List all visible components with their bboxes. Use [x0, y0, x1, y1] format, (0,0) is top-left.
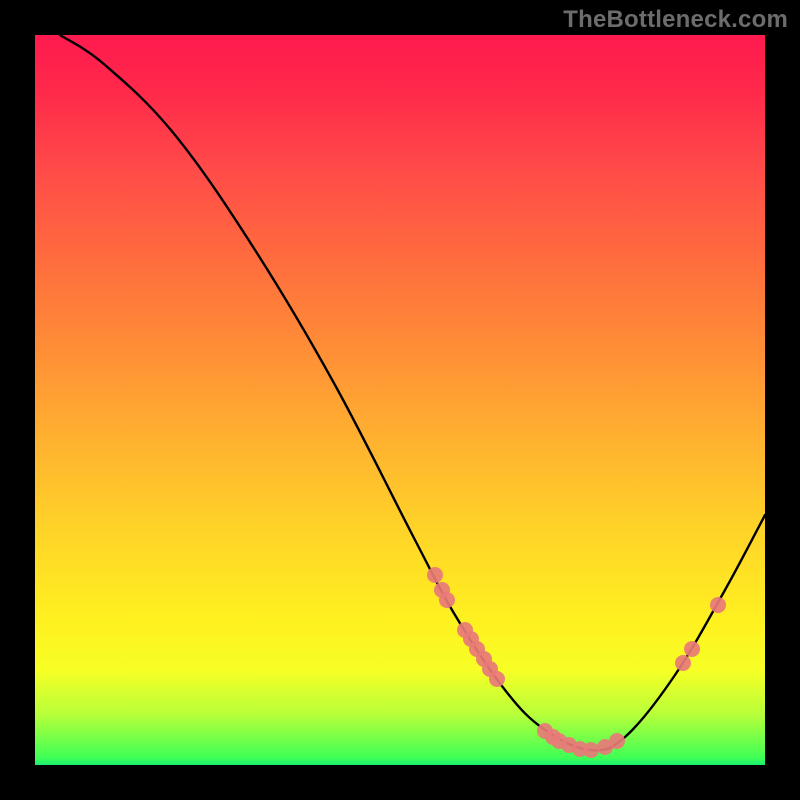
chart-svg: [35, 35, 765, 765]
data-point: [675, 655, 691, 671]
data-point: [427, 567, 443, 583]
data-point: [609, 733, 625, 749]
data-point: [684, 641, 700, 657]
curve-group: [60, 35, 765, 750]
bottleneck-curve: [60, 35, 765, 750]
chart-frame: TheBottleneck.com: [0, 0, 800, 800]
watermark-text: TheBottleneck.com: [563, 6, 788, 34]
data-point: [583, 742, 599, 758]
data-point: [710, 597, 726, 613]
plot-area: [35, 35, 765, 765]
points-group: [427, 567, 726, 758]
data-point: [439, 592, 455, 608]
data-point: [489, 671, 505, 687]
